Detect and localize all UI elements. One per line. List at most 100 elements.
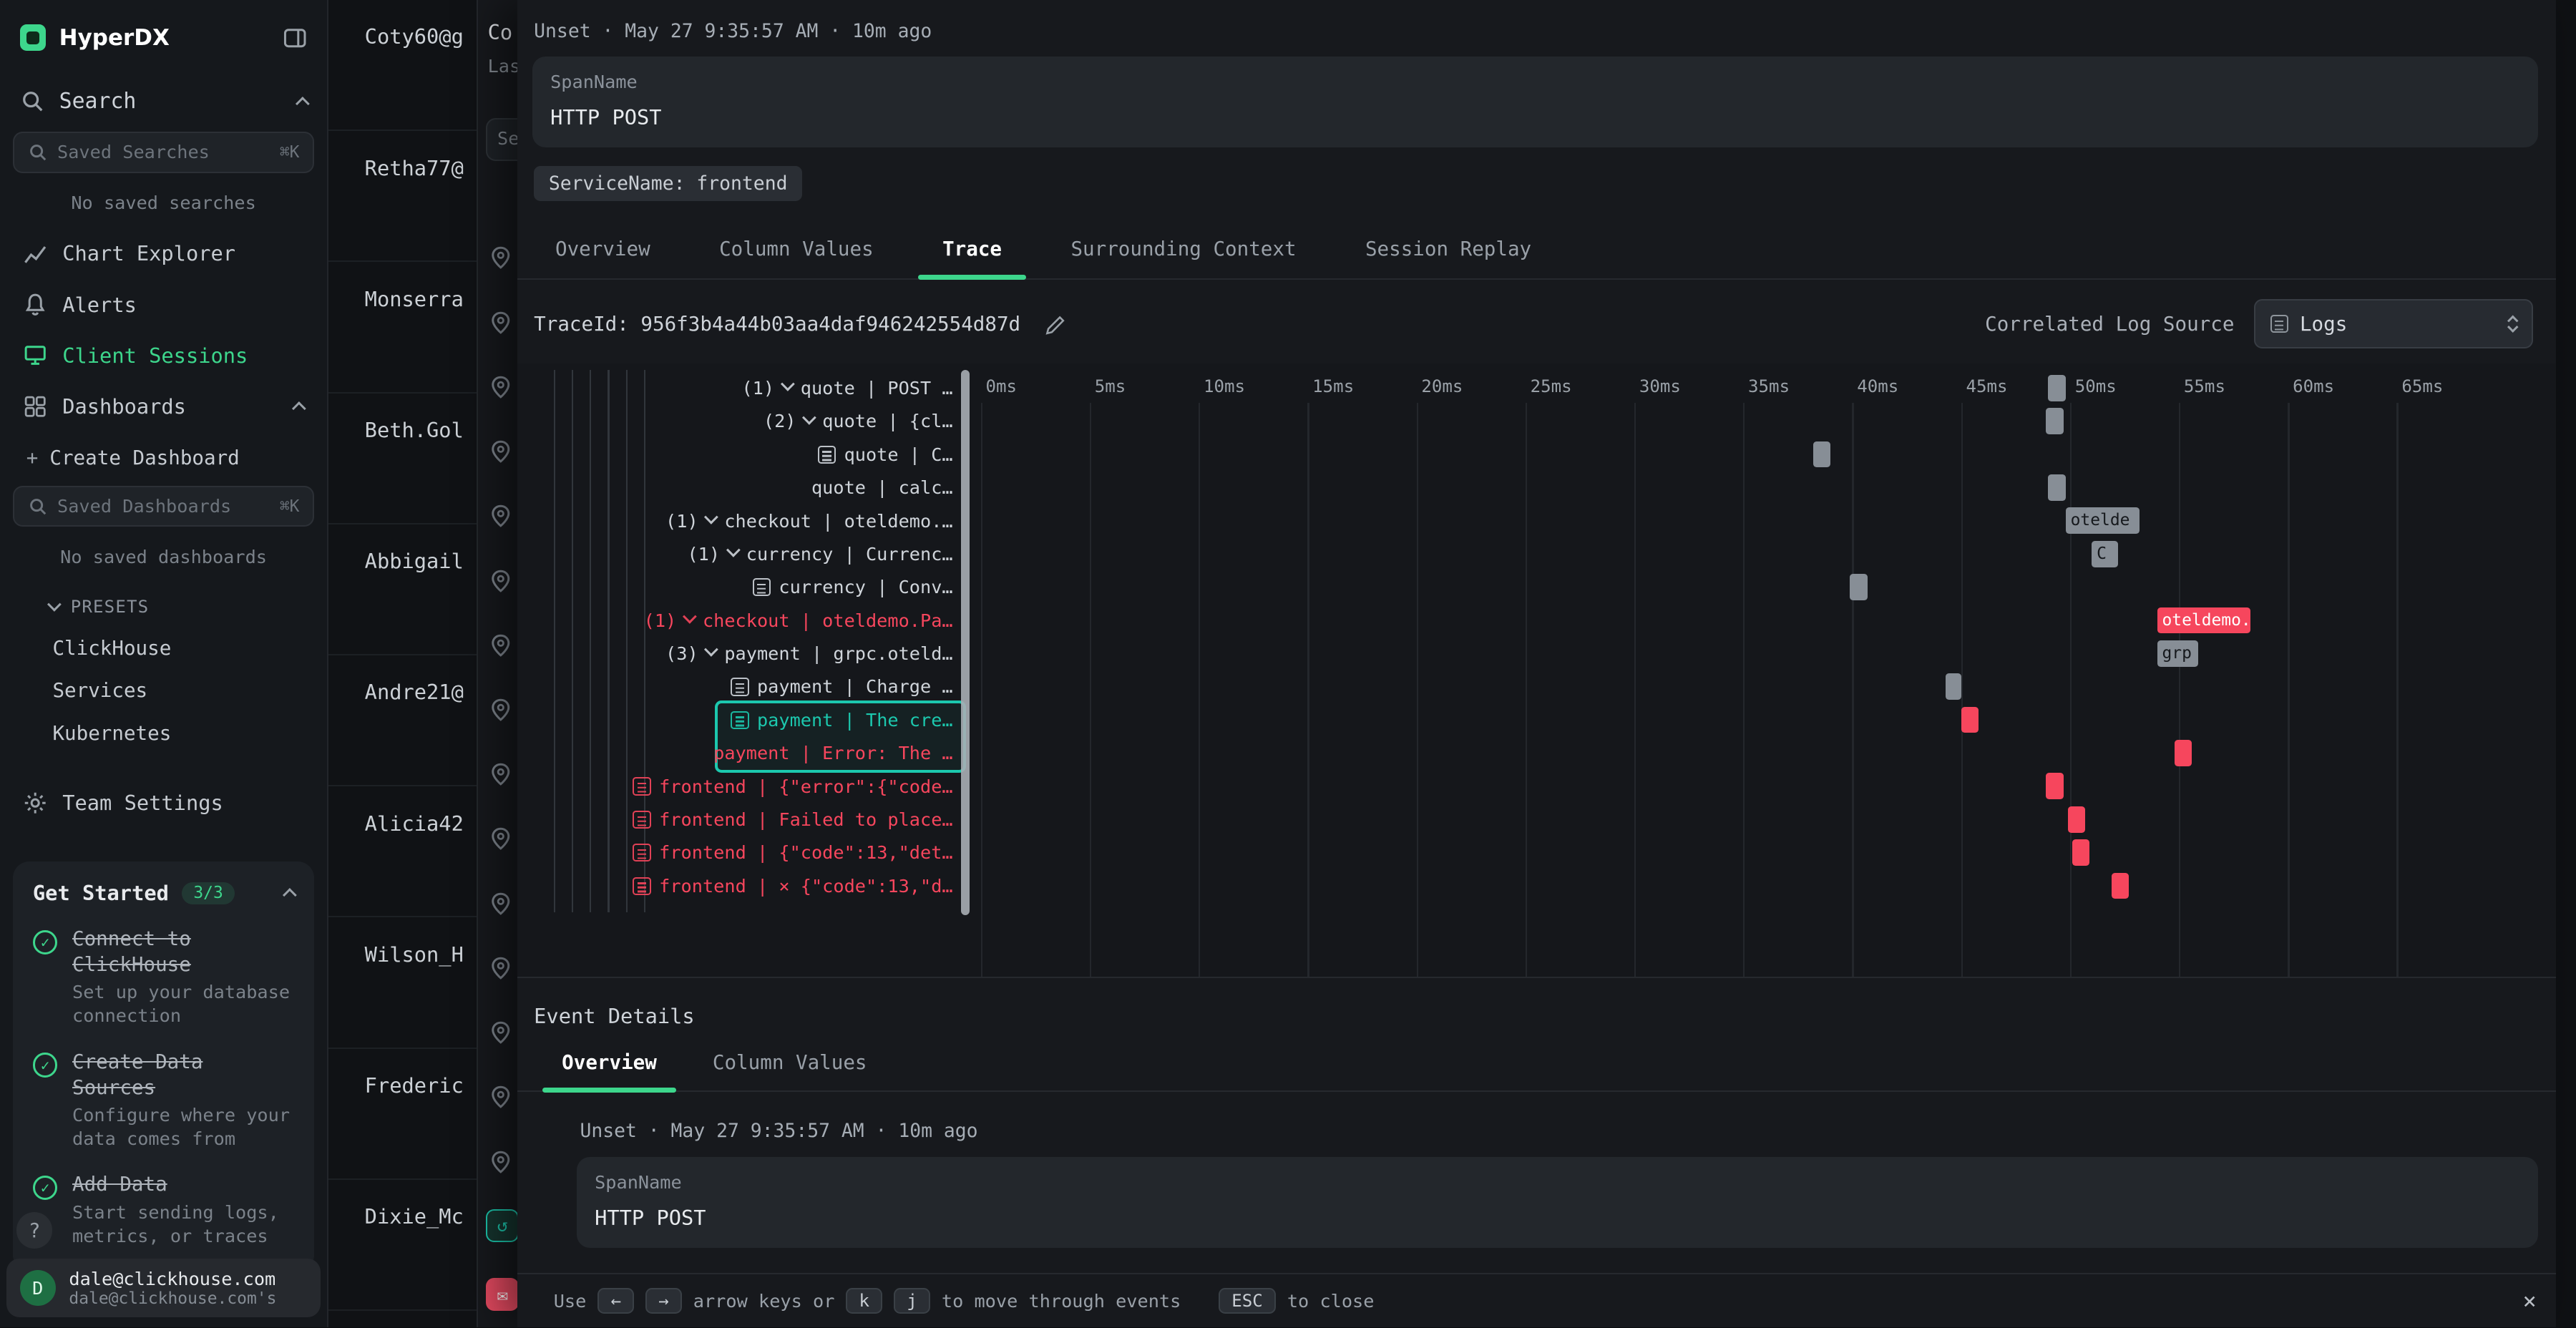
tab-column-values[interactable]: Column Values <box>685 1038 895 1090</box>
sidebar-item-label: Chart Explorer <box>62 241 235 265</box>
span-duration-bar[interactable] <box>1813 441 1830 468</box>
no-saved-dashboards-text: No saved dashboards <box>0 534 327 582</box>
chevron-down-icon[interactable] <box>704 643 718 656</box>
session-detail-panel: Co Las Se ↺ ✉ <box>477 0 517 1327</box>
location-pin-icon <box>491 698 511 726</box>
tab-trace[interactable]: Trace <box>908 223 1036 278</box>
chevron-down-icon[interactable] <box>726 543 740 557</box>
chevron-down-icon[interactable] <box>683 610 696 623</box>
trace-tree-row[interactable]: (1)quote | POST … <box>550 371 966 404</box>
tree-chart-divider-handle[interactable] <box>961 370 969 915</box>
log-source-select[interactable]: Logs <box>2254 299 2533 348</box>
chevron-down-icon[interactable] <box>802 411 816 424</box>
help-button[interactable]: ? <box>16 1212 53 1249</box>
monitor-icon <box>23 343 47 367</box>
chevron-down-icon[interactable] <box>704 510 718 524</box>
span-duration-bar[interactable] <box>2046 408 2063 434</box>
span-duration-bar[interactable] <box>2175 740 2192 766</box>
service-name-tag[interactable]: ServiceName: frontend <box>534 166 802 201</box>
trace-tree-row[interactable]: (1)currency | Currenc… <box>550 537 966 570</box>
trace-tree-row[interactable]: (2)quote | {cl… <box>550 405 966 438</box>
trace-tree-row[interactable]: (3)payment | grpc.oteld… <box>550 637 966 670</box>
sidebar-item-label: Client Sessions <box>62 343 248 368</box>
get-started-title: Get Started <box>33 881 169 905</box>
trace-tree-row[interactable]: quote | calc… <box>550 471 966 504</box>
sidebar-section-search[interactable]: Search <box>0 71 327 129</box>
span-duration-bar[interactable] <box>1961 707 1979 733</box>
trace-tree-row[interactable]: currency | Conv… <box>550 571 966 604</box>
span-name-label: SpanName <box>595 1172 2520 1193</box>
select-arrows-icon <box>2509 314 2517 334</box>
close-icon[interactable]: × <box>2523 1287 2537 1314</box>
chevron-up-icon[interactable] <box>285 888 295 898</box>
sidebar-item-team-settings[interactable]: Team Settings <box>0 778 327 829</box>
preset-item-services[interactable]: Services <box>0 670 327 713</box>
location-pin-icon <box>491 376 511 404</box>
saved-searches-input[interactable]: Saved Searches ⌘K <box>13 132 313 172</box>
user-menu[interactable]: D dale@clickhouse.com dale@clickhouse.co… <box>6 1259 321 1318</box>
trace-tree-row[interactable]: (1)checkout | oteldemo.… <box>550 504 966 537</box>
span-duration-bar[interactable] <box>2046 773 2063 799</box>
location-pin-icon <box>491 1021 511 1049</box>
trace-tree-row[interactable]: frontend | Failed to place… <box>550 803 966 836</box>
cmd-k-hint: ⌘K <box>280 143 300 162</box>
saved-dashboards-input[interactable]: Saved Dashboards ⌘K <box>13 486 313 527</box>
trace-tree-row[interactable]: frontend | × {"code":13,"d… <box>550 869 966 902</box>
trace-tree-row[interactable]: payment | Error: The … <box>550 736 966 769</box>
sidebar-item-chart-explorer[interactable]: Chart Explorer <box>0 228 327 279</box>
create-dashboard-button[interactable]: + Create Dashboard <box>0 431 327 482</box>
tab-surrounding-context[interactable]: Surrounding Context <box>1036 223 1331 278</box>
log-source-value: Logs <box>2300 313 2347 336</box>
sidebar-item-dashboards[interactable]: Dashboards <box>0 381 327 431</box>
span-duration-bar[interactable]: grp <box>2157 640 2199 667</box>
chevron-down-icon[interactable] <box>781 377 794 391</box>
span-duration-bar[interactable] <box>1850 574 1867 600</box>
chevron-up-icon[interactable] <box>294 401 304 411</box>
span-duration-bar[interactable]: otelde <box>2066 507 2140 534</box>
get-started-step[interactable]: ✓ Connect to ClickHouse Set up your data… <box>33 927 294 1028</box>
tick-label: 0ms <box>986 376 1018 396</box>
tab-column-values[interactable]: Column Values <box>685 223 908 278</box>
trace-tree-row[interactable]: payment | The cre… <box>550 703 966 736</box>
span-duration-bar[interactable] <box>1946 673 1961 700</box>
session-replay-icon[interactable]: ↺ <box>486 1209 519 1242</box>
span-duration-bar[interactable] <box>2048 375 2065 401</box>
get-started-step[interactable]: ✓ Add Data Start sending logs, metrics, … <box>33 1172 294 1248</box>
tab-overview[interactable]: Overview <box>521 223 685 278</box>
preset-item-clickhouse[interactable]: ClickHouse <box>0 627 327 670</box>
tab-session-replay[interactable]: Session Replay <box>1331 223 1566 278</box>
plus-icon: + <box>26 446 39 469</box>
span-label: frontend | {"code":13,"det… <box>659 842 952 863</box>
span-duration-bar[interactable]: C <box>2092 541 2118 567</box>
get-started-step[interactable]: ✓ Create Data Sources Configure where yo… <box>33 1050 294 1151</box>
event-details-title: Event Details <box>517 978 2556 1029</box>
trace-tree-row[interactable]: payment | Charge … <box>550 670 966 703</box>
get-started-header[interactable]: Get Started 3/3 <box>33 881 294 905</box>
sidebar-item-client-sessions[interactable]: Client Sessions <box>0 330 327 381</box>
span-duration-bar[interactable]: oteldemo. <box>2157 607 2251 634</box>
mail-event-icon[interactable]: ✉ <box>486 1278 519 1311</box>
trace-tree-row[interactable]: frontend | {"error":{"code… <box>550 770 966 803</box>
span-duration-bar[interactable] <box>2048 474 2065 501</box>
tab-overview[interactable]: Overview <box>534 1038 685 1090</box>
location-pin-icon <box>491 1085 511 1113</box>
footer-arrows-text: arrow keys or <box>693 1291 835 1312</box>
location-pin-icon <box>491 763 511 791</box>
span-duration-bar[interactable] <box>2068 806 2085 833</box>
footer-move-text: to move through events <box>942 1291 1181 1312</box>
trace-tree-row[interactable]: frontend | {"code":13,"det… <box>550 836 966 869</box>
presets-toggle[interactable]: PRESETS <box>0 582 327 627</box>
span-duration-bar[interactable] <box>2072 839 2089 866</box>
collapse-sidebar-icon[interactable] <box>283 26 307 50</box>
chevron-up-icon[interactable] <box>298 97 308 107</box>
span-label: payment | Error: The … <box>713 743 952 763</box>
trace-tree-row[interactable]: (1)checkout | oteldemo.Pa… <box>550 604 966 637</box>
grid-line <box>1526 403 1527 977</box>
span-duration-bar[interactable] <box>2112 873 2129 899</box>
trace-tree-row[interactable]: quote | C… <box>550 438 966 471</box>
grid-line <box>2179 403 2180 977</box>
sidebar-item-alerts[interactable]: Alerts <box>0 279 327 330</box>
preset-item-kubernetes[interactable]: Kubernetes <box>0 712 327 755</box>
edit-trace-icon[interactable] <box>1043 313 1066 336</box>
span-label: checkout | oteldemo.… <box>724 511 952 532</box>
